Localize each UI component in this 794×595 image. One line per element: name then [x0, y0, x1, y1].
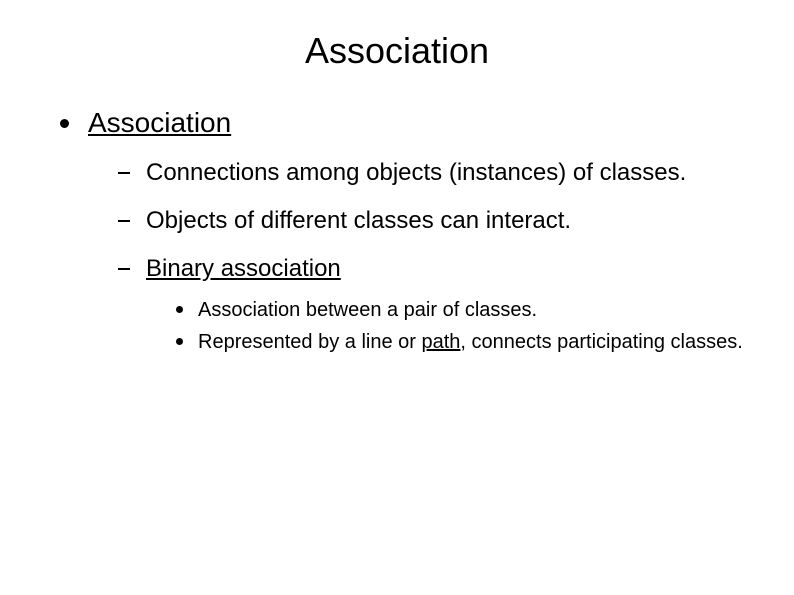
list-item: Represented by a line or path, connects …	[176, 329, 754, 355]
list-item: Connections among objects (instances) of…	[118, 159, 754, 187]
item-text: Objects of different classes can interac…	[146, 207, 571, 234]
slide: Association Association Connections amon…	[0, 0, 794, 595]
list-item: Association between a pair of classes.	[176, 297, 754, 323]
item-text-suffix: , connects participating classes.	[460, 331, 742, 353]
list-item: Binary association Association between a…	[118, 255, 754, 355]
list-item: Objects of different classes can interac…	[118, 207, 754, 235]
bullet-list-level2: Connections among objects (instances) of…	[88, 159, 754, 355]
bullet-list-level3: Association between a pair of classes. R…	[146, 297, 754, 355]
list-item: Association Connections among objects (i…	[60, 107, 754, 355]
item-text: Association between a pair of classes.	[198, 299, 537, 321]
item-text-underlined: path	[421, 331, 460, 353]
bullet-list-level1: Association Connections among objects (i…	[40, 107, 754, 355]
item-text: Connections among objects (instances) of…	[146, 159, 686, 186]
level1-label: Association	[88, 107, 231, 138]
item-text: Binary association	[146, 255, 341, 282]
slide-title: Association	[40, 30, 754, 72]
item-text-prefix: Represented by a line or	[198, 331, 421, 353]
